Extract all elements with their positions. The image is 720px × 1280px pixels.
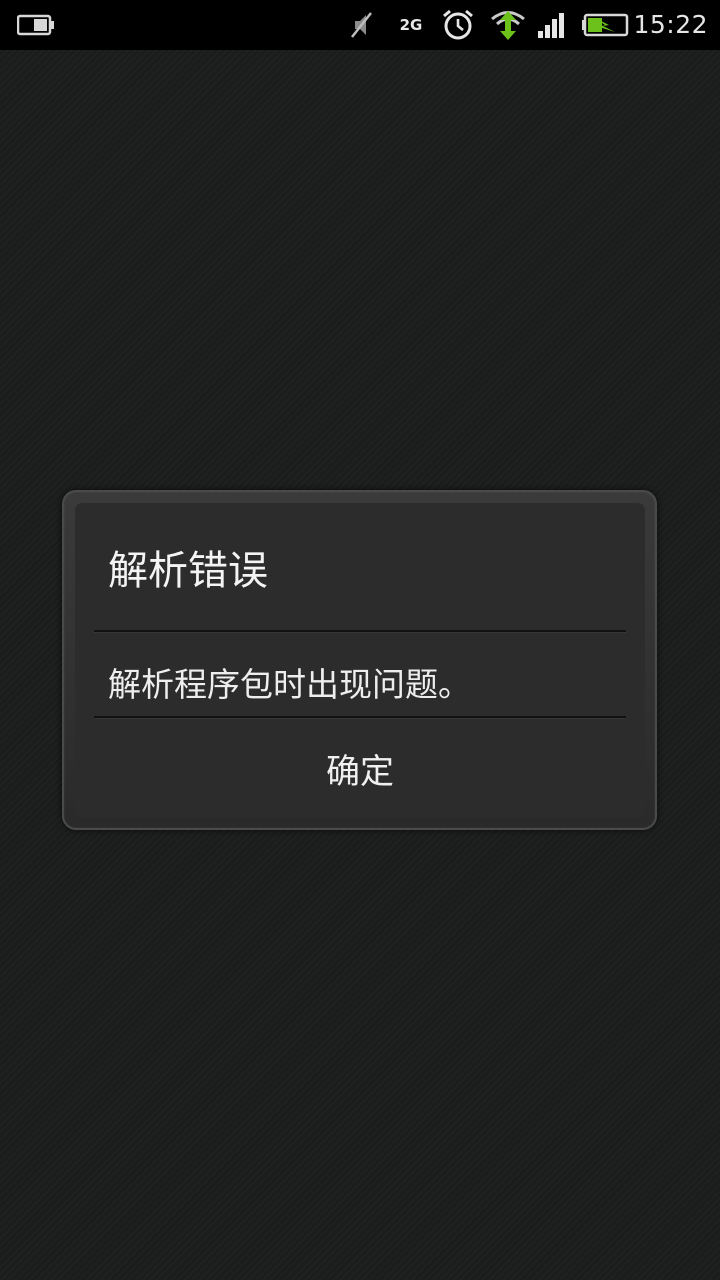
- network-type-label: 2G: [399, 16, 423, 34]
- battery-small-icon: [16, 0, 56, 50]
- status-clock: 15:22: [633, 10, 708, 39]
- dialog-title: 解析错误: [108, 548, 268, 594]
- battery-charging-icon: [580, 0, 630, 50]
- mute-icon: [343, 0, 379, 50]
- alarm-icon: [440, 0, 476, 50]
- error-dialog: 解析错误 解析程序包时出现问题。 确定: [75, 502, 645, 818]
- dialog-message: 解析程序包时出现问题。: [108, 665, 471, 704]
- data-transfer-icon: [488, 0, 528, 50]
- ok-button[interactable]: 确定: [75, 718, 645, 818]
- status-bar: 2G 15:22: [0, 0, 720, 50]
- signal-icon: [535, 0, 569, 50]
- title-divider: [94, 630, 626, 632]
